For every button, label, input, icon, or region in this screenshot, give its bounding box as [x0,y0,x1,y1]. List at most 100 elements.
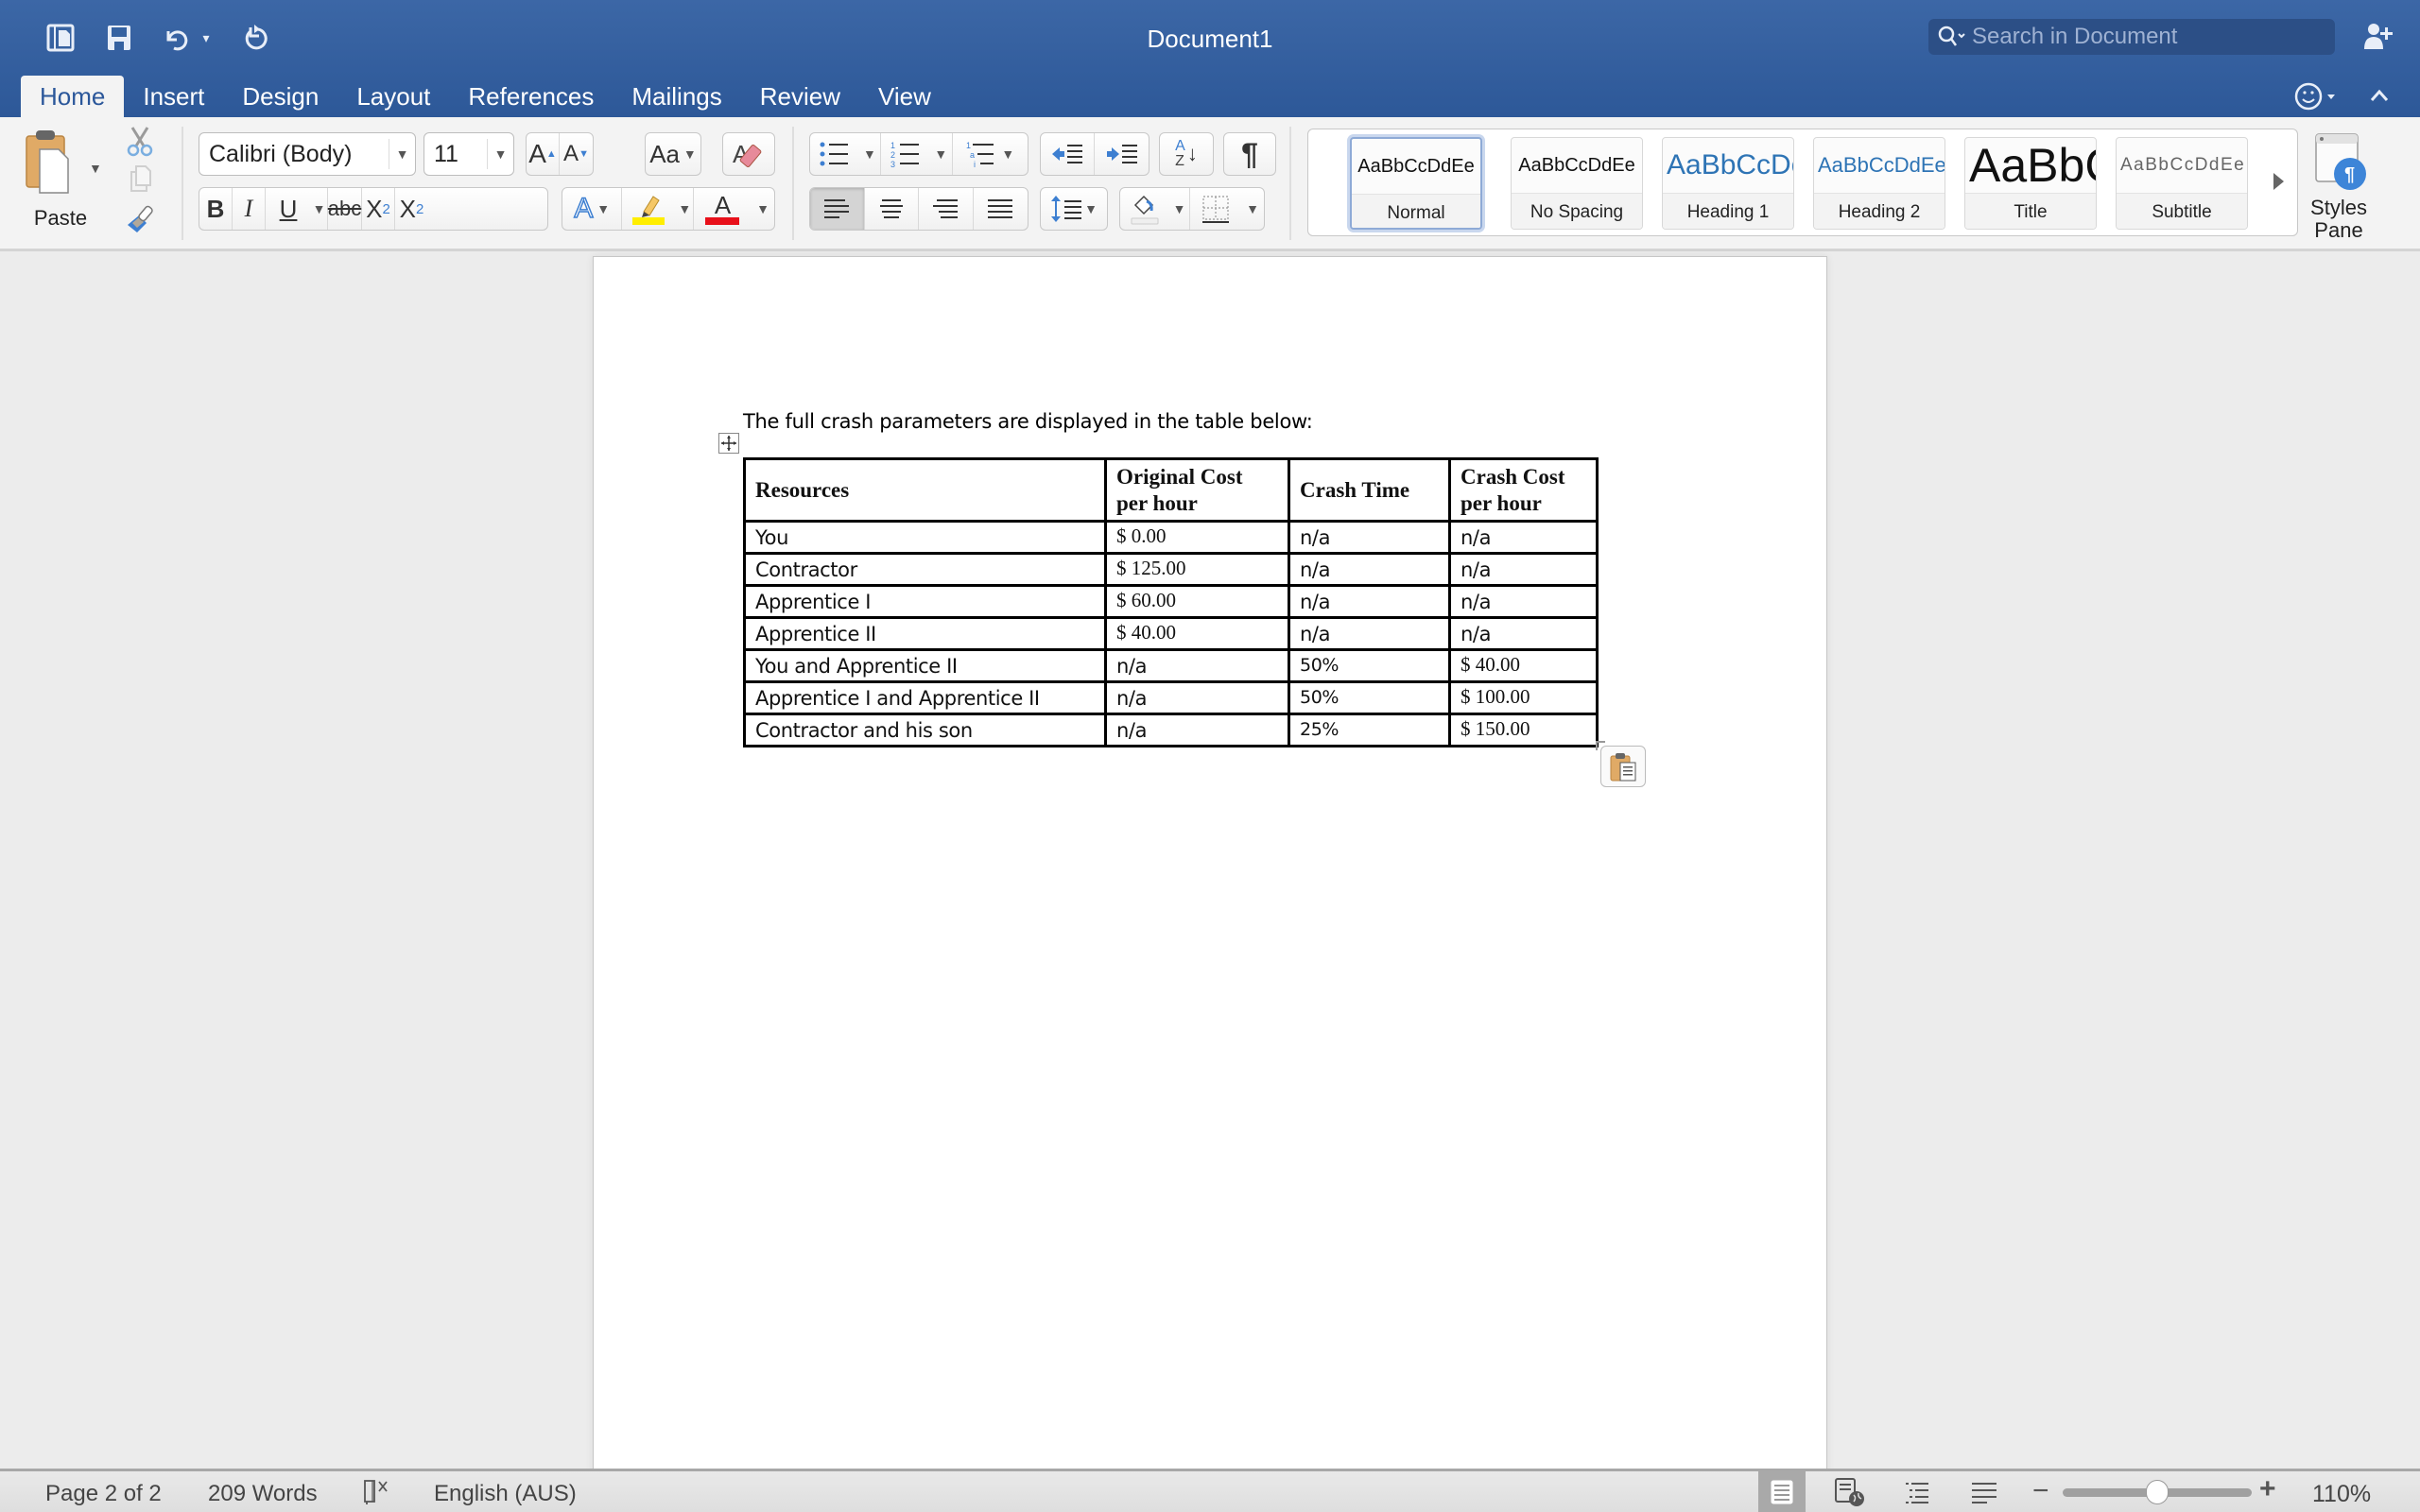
paste-options-dropdown[interactable]: ▼ [89,161,102,176]
header-crash-time[interactable]: Crash Time [1288,457,1451,523]
cell-crash-cost[interactable]: n/a [1448,584,1599,619]
header-resources[interactable]: Resources [743,457,1107,523]
page-count[interactable]: Page 2 of 2 [45,1481,162,1507]
borders-dropdown[interactable]: ▼ [1241,188,1264,230]
tab-view[interactable]: View [859,76,950,117]
underline-dropdown[interactable]: ▼ [311,188,328,230]
style-heading-1[interactable]: AaBbCcDc Heading 1 [1662,137,1794,230]
numbering-dropdown[interactable]: ▼ [930,133,953,175]
cell-crash-time[interactable]: n/a [1288,616,1451,651]
font-name-input[interactable] [199,140,379,168]
style-title[interactable]: AaBbC Title [1964,137,2097,230]
word-count[interactable]: 209 Words [208,1481,318,1507]
bullets-button[interactable] [810,133,859,175]
search-input[interactable] [1972,24,2312,50]
font-color-dropdown[interactable]: ▼ [752,188,774,230]
proofing-book-icon[interactable] [361,1477,393,1512]
tab-insert[interactable]: Insert [124,76,223,117]
style-subtitle[interactable]: AaBbCcDdEe Subtitle [2116,137,2248,230]
sort-button[interactable]: A Z ↓ [1159,132,1214,176]
search-icon[interactable] [1938,26,1972,48]
draft-view-button[interactable] [1961,1471,2008,1512]
font-size-dropdown[interactable]: ▼ [487,139,513,169]
language-indicator[interactable]: English (AUS) [434,1481,577,1507]
cell-crash-cost[interactable]: n/a [1448,552,1599,587]
cell-crash-cost[interactable]: $ 150.00 [1448,713,1599,747]
tab-review[interactable]: Review [741,76,859,117]
zoom-in-button[interactable]: + [2259,1473,2276,1505]
cell-crash-cost[interactable]: n/a [1448,616,1599,651]
highlight-color-button[interactable] [622,188,676,230]
grow-font-button[interactable]: A ▲ [527,133,560,175]
multilevel-list-button[interactable]: 1ai ▼ [953,133,1028,175]
cell-resource[interactable]: Contractor [743,552,1107,587]
tab-design[interactable]: Design [223,76,337,117]
superscript-button[interactable]: X2 [395,188,428,230]
align-right-button[interactable] [919,188,974,230]
highlight-dropdown[interactable]: ▼ [677,188,694,230]
change-case-icon[interactable]: Aa ▼ [646,133,700,175]
zoom-out-button[interactable]: − [2032,1475,2049,1507]
feedback-smiley-icon[interactable] [2293,77,2341,115]
line-spacing-icon[interactable]: ▼ [1041,188,1107,230]
show-formatting-marks-button[interactable]: ¶ [1223,132,1276,176]
header-crash-cost[interactable]: Crash Cost per hour [1448,457,1599,523]
font-size-input[interactable] [424,140,479,168]
tab-home[interactable]: Home [21,76,125,117]
strikethrough-button[interactable]: abc [328,188,362,230]
cell-original-cost[interactable]: $ 125.00 [1104,552,1290,587]
share-add-person-icon[interactable] [2360,19,2397,57]
zoom-slider-thumb[interactable] [2146,1480,2169,1504]
cell-resource[interactable]: Apprentice I [743,584,1107,619]
numbering-button[interactable]: 123 [881,133,930,175]
cell-crash-cost[interactable]: n/a [1448,520,1599,555]
borders-button[interactable] [1190,188,1241,230]
table-move-handle[interactable] [718,433,739,454]
cell-crash-time[interactable]: n/a [1288,552,1451,587]
style-no-spacing[interactable]: AaBbCcDdEe No Spacing [1511,137,1643,230]
cell-crash-time[interactable]: n/a [1288,520,1451,555]
shading-button[interactable] [1120,188,1169,230]
font-name-dropdown[interactable]: ▼ [389,139,415,169]
increase-indent-button[interactable] [1095,133,1149,175]
align-center-button[interactable] [865,188,919,230]
document-canvas[interactable]: The full crash parameters are displayed … [0,254,2420,1485]
format-painter-icon[interactable] [121,200,159,236]
cell-original-cost[interactable]: n/a [1104,680,1290,715]
intro-paragraph[interactable]: The full crash parameters are displayed … [743,410,1313,433]
decrease-indent-button[interactable] [1041,133,1096,175]
tab-mailings[interactable]: Mailings [613,76,740,117]
cell-crash-time[interactable]: 50% [1288,648,1451,683]
print-layout-view-button[interactable] [1758,1471,1806,1512]
cut-scissors-icon[interactable] [121,123,159,159]
document-page[interactable]: The full crash parameters are displayed … [593,256,1827,1485]
bullets-dropdown[interactable]: ▼ [859,133,882,175]
tab-references[interactable]: References [449,76,613,117]
zoom-slider[interactable] [2063,1480,2252,1504]
font-name-combo[interactable]: ▼ [199,132,416,176]
cell-resource[interactable]: Contractor and his son [743,713,1107,747]
paste-button[interactable]: ▼ Paste [21,127,102,249]
cell-original-cost[interactable]: n/a [1104,648,1290,683]
font-color-button[interactable]: A [694,188,752,230]
cell-original-cost[interactable]: $ 0.00 [1104,520,1290,555]
outline-view-button[interactable] [1894,1471,1942,1512]
subscript-button[interactable]: X2 [362,188,395,230]
copy-icon[interactable] [121,161,159,197]
search-box[interactable] [1928,19,2335,55]
cell-crash-time[interactable]: 25% [1288,713,1451,747]
font-size-combo[interactable]: ▼ [424,132,514,176]
style-heading-2[interactable]: AaBbCcDdEe Heading 2 [1813,137,1945,230]
italic-button[interactable]: I [233,188,266,230]
text-effects-button[interactable]: A ▼ [562,188,623,230]
paste-options-button[interactable] [1600,746,1646,787]
cell-resource[interactable]: Apprentice I and Apprentice II [743,680,1107,715]
cell-original-cost[interactable]: $ 60.00 [1104,584,1290,619]
style-normal[interactable]: AaBbCcDdEe Normal [1350,137,1482,230]
cell-crash-cost[interactable]: $ 40.00 [1448,648,1599,683]
underline-button[interactable]: U [266,188,311,230]
cell-crash-cost[interactable]: $ 100.00 [1448,680,1599,715]
styles-pane-button[interactable]: ¶ Styles Pane [2305,129,2373,242]
sort-az-icon[interactable]: A Z ↓ [1160,133,1213,175]
clear-formatting-button[interactable]: A [722,132,775,176]
